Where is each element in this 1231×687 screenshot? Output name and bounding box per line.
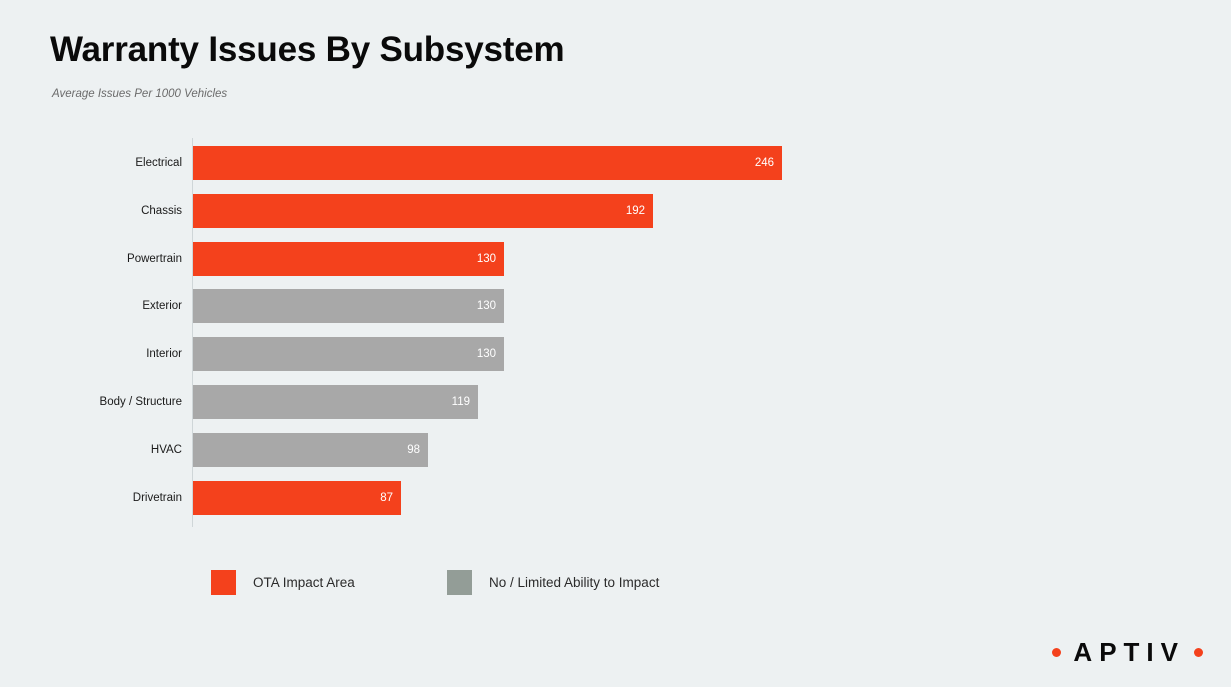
bar[interactable]: 87	[193, 480, 401, 515]
bar[interactable]: 130	[193, 241, 504, 276]
legend-item[interactable]: OTA Impact Area	[211, 569, 355, 595]
bar-category-label: Exterior	[142, 300, 182, 313]
bar-value-label: 130	[476, 252, 496, 265]
bar-category-label: Interior	[146, 348, 182, 361]
bar-value-label: 98	[407, 443, 420, 456]
legend-label: No / Limited Ability to Impact	[489, 574, 660, 590]
logo-dot-right-icon	[1194, 647, 1203, 657]
bar-value-label: 130	[476, 300, 496, 313]
bar-row: Body / Structure 119	[0, 385, 1231, 419]
bar-row: Drivetrain 87	[0, 480, 1231, 515]
bar[interactable]: 130	[193, 337, 504, 372]
legend-color-swatch	[211, 569, 236, 595]
bar-row: Exterior 130	[0, 289, 1231, 324]
bar-category-label: Electrical	[135, 157, 182, 169]
bar-track: 130	[193, 241, 504, 276]
bar-row: Chassis 192	[0, 193, 1231, 228]
bar-category-label: Chassis	[141, 204, 182, 217]
bar[interactable]: 130	[193, 289, 504, 324]
bar-track: 130	[193, 337, 504, 372]
bar[interactable]: 119	[193, 385, 478, 419]
bar-category-label: Body / Structure	[99, 396, 182, 408]
bar-track: 87	[193, 480, 401, 515]
bar-track: 98	[193, 432, 428, 467]
bar-value-label: 192	[625, 204, 645, 217]
bar-value-label: 119	[451, 396, 470, 408]
bar-category-label: Drivetrain	[132, 491, 182, 504]
bar-track: 192	[193, 193, 653, 228]
legend-color-swatch	[447, 569, 472, 595]
bar-track: 119	[193, 385, 478, 419]
bar-category-label: HVAC	[150, 443, 182, 456]
legend-label: OTA Impact Area	[253, 574, 355, 590]
bar-row: Powertrain 130	[0, 241, 1231, 276]
legend-item[interactable]: No / Limited Ability to Impact	[447, 569, 659, 595]
bar-category-label: Powertrain	[127, 252, 182, 265]
bar-row: Interior 130	[0, 337, 1231, 372]
bar-row: HVAC 98	[0, 432, 1231, 467]
bar-track: 246	[193, 146, 782, 180]
bar-chart-plot-area: Electrical 246 Chassis 192 Powertrain 130 Exte…	[0, 0, 1231, 560]
logo-dot-left-icon	[1052, 647, 1062, 657]
bar-value-label: 87	[380, 491, 393, 504]
bar-row: Electrical 246	[0, 146, 1231, 180]
bar-value-label: 246	[754, 157, 774, 169]
brand-wordmark: APTIV	[1073, 637, 1185, 667]
bar[interactable]: 246	[193, 146, 782, 180]
bar[interactable]: 98	[193, 432, 428, 467]
bar-track: 130	[193, 289, 504, 324]
bar-value-label: 130	[476, 348, 496, 361]
bar[interactable]: 192	[193, 193, 653, 228]
brand-logo: APTIV	[1052, 639, 1203, 665]
